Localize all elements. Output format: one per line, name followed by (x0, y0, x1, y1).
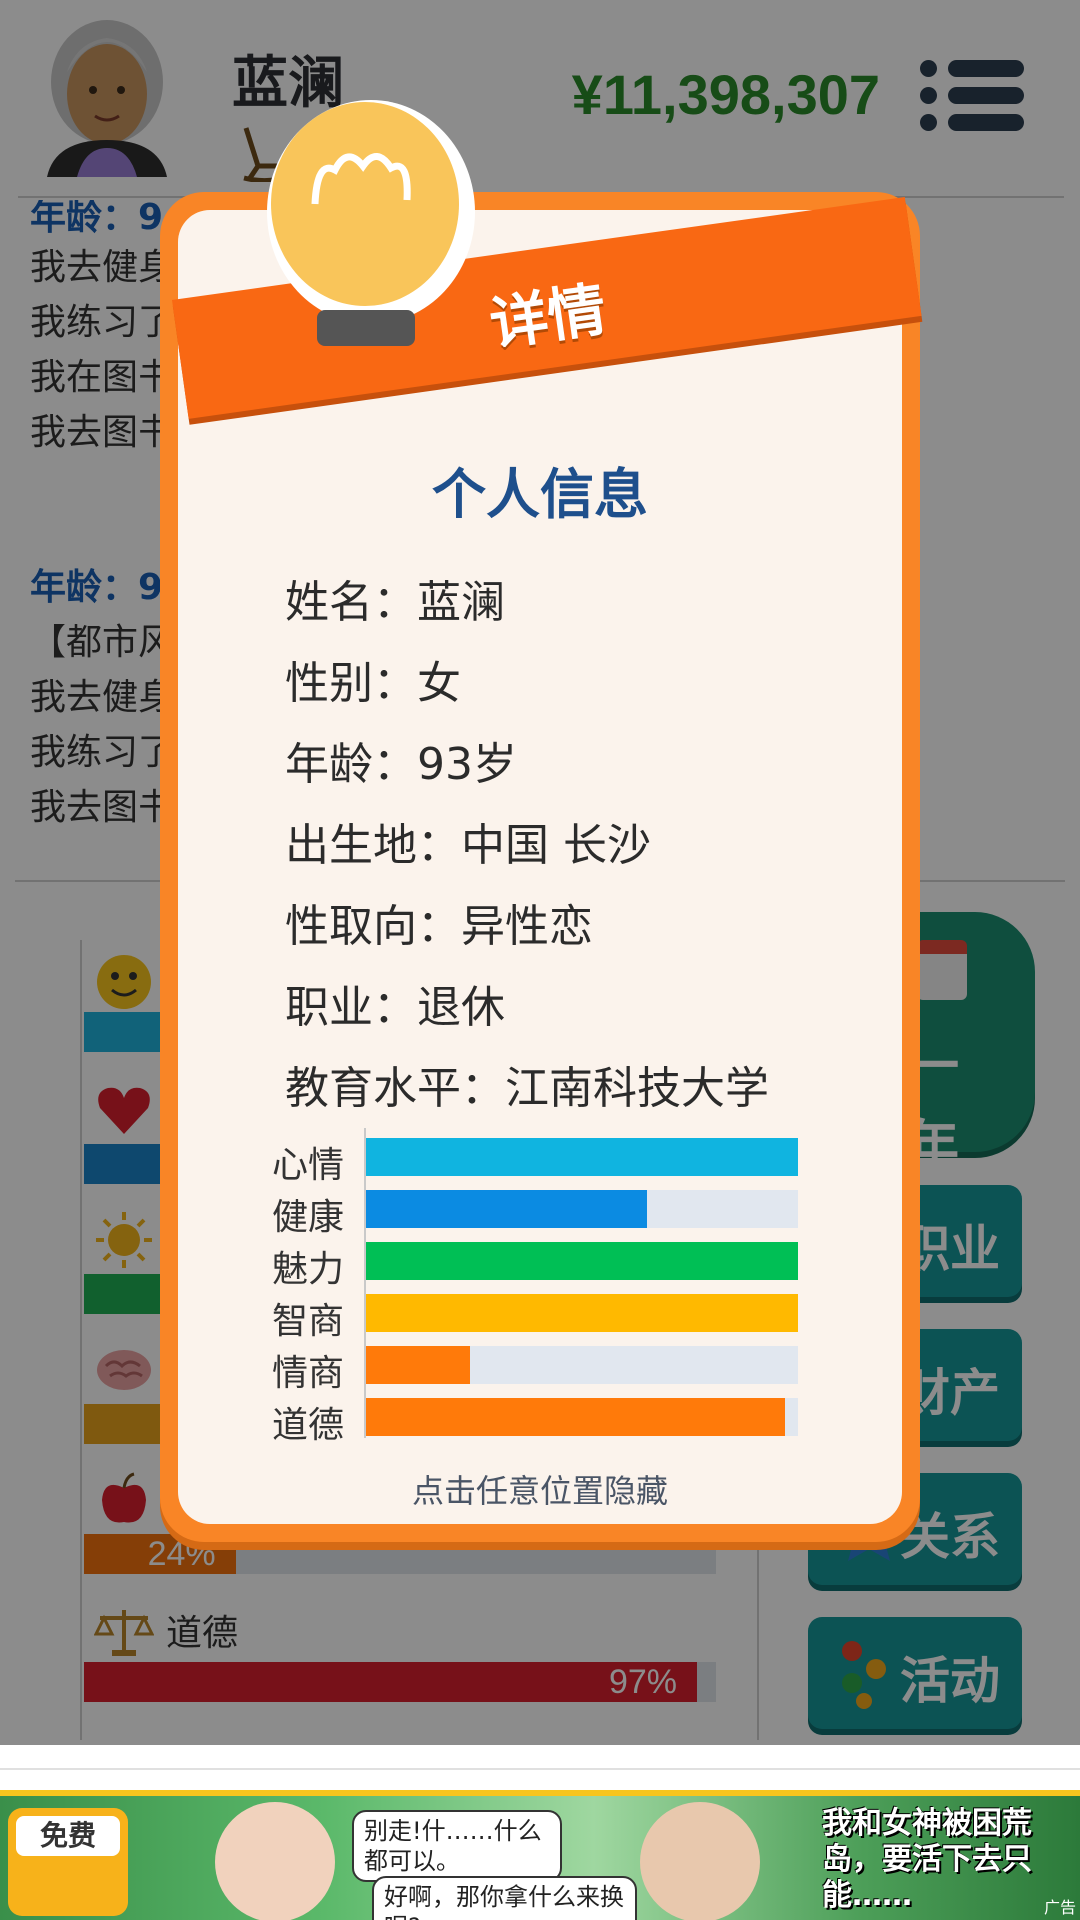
ad-free-badge: 免费 (8, 1808, 128, 1916)
ad-bubble-2: 好啊，那你拿什么来换呢? (372, 1876, 637, 1920)
info-age: 年龄：93岁 (285, 739, 517, 790)
ad-free-label: 免费 (16, 1816, 120, 1856)
lightbulb-icon (255, 100, 475, 370)
info-orientation: 性取向：异性恋 (285, 901, 593, 952)
bar-label-morality: 道德 (272, 1405, 345, 1446)
bar-charm (366, 1242, 798, 1280)
ad-headline: 我和女神被困荒岛，要活下去只能…… (822, 1806, 1032, 1913)
info-name: 姓名：蓝澜 (285, 577, 505, 628)
bar-health (366, 1190, 798, 1228)
ad-tag: 广告 (1043, 1898, 1076, 1917)
bar-iq (366, 1294, 798, 1332)
dismiss-hint[interactable]: 点击任意位置隐藏 (160, 1466, 920, 1512)
info-birthplace: 出生地：中国 长沙 (285, 820, 651, 871)
bar-mood (366, 1138, 798, 1176)
ad-banner[interactable]: 免费 别走!什……什么都可以。 好啊，那你拿什么来换呢? 我和女神被困荒岛，要活… (0, 1790, 1080, 1920)
modal-heading: 个人信息 (432, 463, 648, 526)
bar-eq (366, 1346, 798, 1384)
ad-man-image (640, 1802, 760, 1920)
bar-morality (366, 1398, 798, 1436)
ad-bubble-1: 别走!什……什么都可以。 (352, 1810, 562, 1882)
ad-woman-image (215, 1802, 335, 1920)
info-gender: 性别：女 (285, 658, 461, 709)
info-occupation: 职业：退休 (285, 982, 505, 1033)
info-education: 教育水平：江南科技大学 (285, 1063, 769, 1114)
bar-label-mood: 心情 (272, 1145, 345, 1186)
bar-label-eq: 情商 (272, 1353, 345, 1394)
bar-label-health: 健康 (272, 1197, 345, 1238)
ad-divider (0, 1768, 1080, 1770)
bar-label-iq: 智商 (272, 1301, 345, 1342)
bar-label-charm: 魅力 (272, 1249, 345, 1290)
